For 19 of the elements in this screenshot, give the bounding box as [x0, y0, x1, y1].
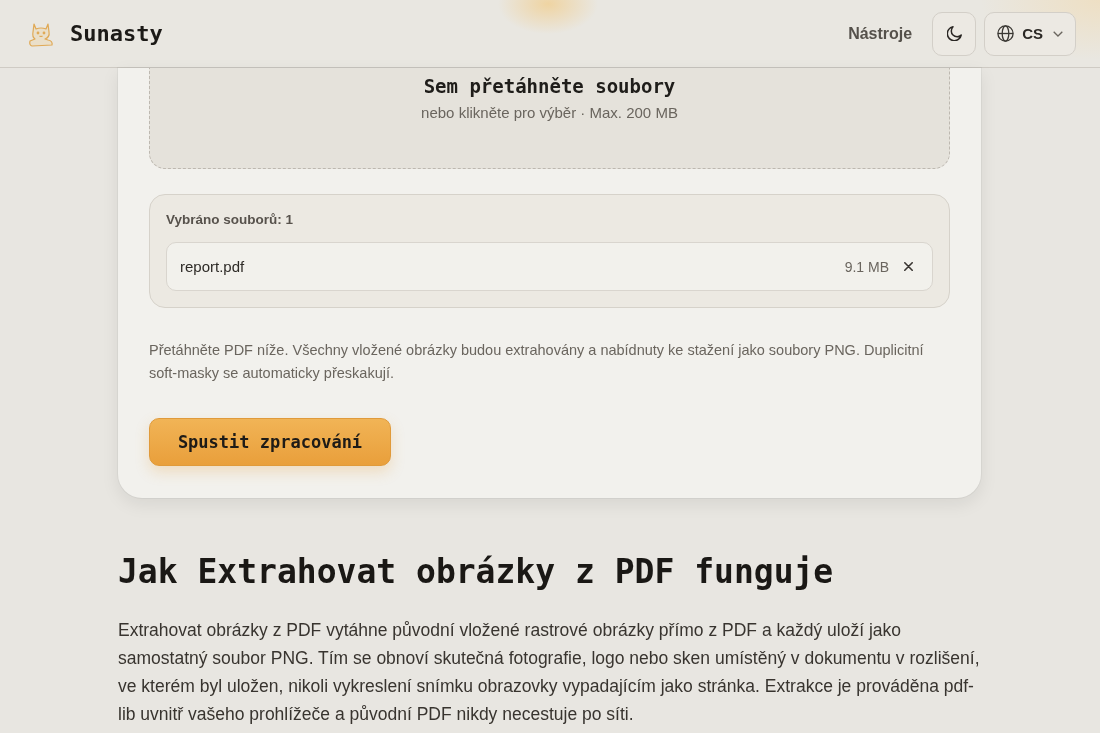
dropzone-title: Sem přetáhněte soubory: [423, 74, 676, 98]
chevron-down-icon: [1053, 30, 1063, 37]
moon-icon: [946, 26, 962, 41]
section-paragraph: Extrahovat obrázky z PDF vytáhne původní vložené rastrové obrázky přímo z PDF a každý uloží jako samostatný soubor PNG. Tím se obnoví skutečná fotografie, logo nebo sken umístěný v dokumentu v rozlišení, ve kterém byl uložen, nikoli vykreslení snímku obrazovky vypadajícím jako stránka. Extrakce je prováděna pdf-lib uvnitř vašeho prohlížeče a původní PDF nikdy necestuje po síti.: [118, 619, 981, 726]
dropzone-hint: nebo klikněte pro výběr · Max. 200 MB: [421, 104, 678, 121]
file-name: report.pdf: [180, 258, 246, 275]
language-button[interactable]: CS: [984, 11, 1076, 56]
start-processing-button[interactable]: Spustit zpracování: [149, 418, 391, 466]
close-icon: [904, 262, 913, 271]
section-heading: Jak Extrahovat obrázky z PDF funguje: [118, 551, 835, 593]
theme-toggle-button[interactable]: [932, 11, 977, 56]
remove-file-button[interactable]: [901, 259, 916, 274]
brand-name[interactable]: Sunasty: [70, 21, 163, 46]
selected-files-count: Vybráno souborů: 1: [166, 212, 294, 227]
nav-link[interactable]: Nástroje: [848, 24, 913, 43]
file-size: 9.1 MB: [844, 258, 889, 275]
globe-icon: [997, 25, 1015, 42]
file-dropzone[interactable]: Sem přetáhněte soubory nebo klikněte pro výběr · Max. 200 MB: [149, 68, 950, 169]
description-text: Přetáhněte PDF níže. Všechny vložené obrázky budou extrahovány a nabídnuty ke stažení jako soubory PNG. Duplicitní soft-masky se automaticky přeskakují.: [149, 341, 925, 383]
